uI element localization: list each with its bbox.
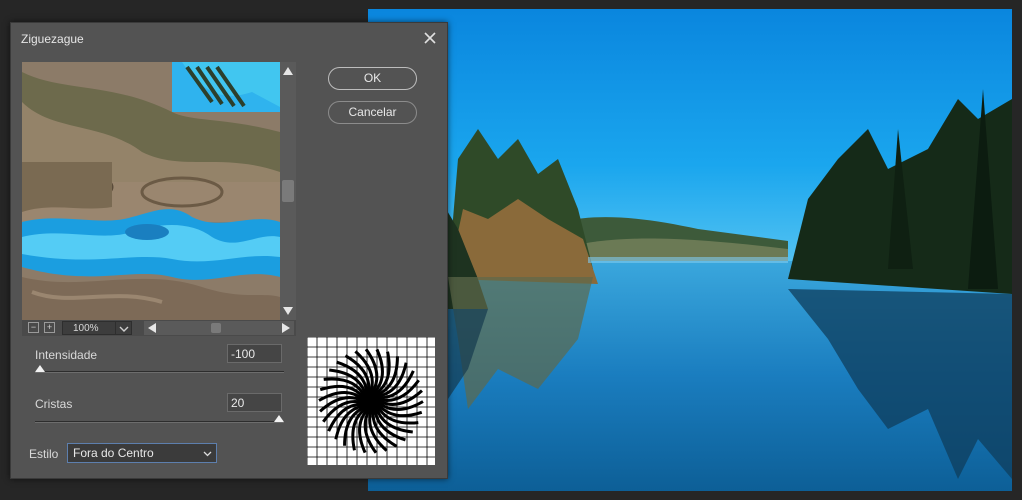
- cristas-slider-handle[interactable]: [274, 415, 284, 422]
- zoom-in-button[interactable]: +: [44, 322, 55, 333]
- filter-preview-image[interactable]: [22, 62, 280, 320]
- triangle-left-icon[interactable]: [146, 322, 158, 334]
- close-icon[interactable]: [421, 29, 439, 47]
- dialog-title: Ziguezague: [21, 32, 84, 46]
- zoom-out-button[interactable]: −: [28, 322, 39, 333]
- estilo-label: Estilo: [29, 447, 59, 461]
- intensidade-slider[interactable]: [35, 365, 284, 373]
- dialog-titlebar[interactable]: Ziguezague: [11, 23, 447, 53]
- preview-vertical-scrollbar[interactable]: [280, 62, 296, 320]
- document-canvas-photo: [368, 9, 1012, 491]
- ok-button[interactable]: OK: [328, 67, 417, 90]
- estilo-select[interactable]: Fora do Centro: [67, 443, 217, 463]
- zoom-level-select[interactable]: 100%: [62, 321, 132, 335]
- preview-toolbar: − + 100%: [22, 320, 296, 336]
- triangle-up-icon[interactable]: [282, 65, 294, 77]
- triangle-down-icon[interactable]: [282, 305, 294, 317]
- cristas-input[interactable]: 20: [227, 393, 282, 412]
- zigzag-grid-preview: [307, 337, 435, 465]
- preview-horizontal-scrollbar[interactable]: [144, 321, 294, 335]
- intensidade-slider-handle[interactable]: [35, 365, 45, 372]
- zoom-level-value: 100%: [73, 323, 99, 334]
- intensidade-label: Intensidade: [35, 348, 98, 362]
- horizontal-scroll-thumb[interactable]: [211, 323, 221, 333]
- intensidade-input[interactable]: -100: [227, 344, 282, 363]
- chevron-down-icon: [119, 326, 129, 332]
- cristas-label: Cristas: [35, 397, 73, 411]
- cristas-slider[interactable]: [35, 415, 284, 423]
- estilo-selected-value: Fora do Centro: [73, 446, 154, 460]
- triangle-right-icon[interactable]: [280, 322, 292, 334]
- cancel-button[interactable]: Cancelar: [328, 101, 417, 124]
- chevron-down-icon: [203, 451, 212, 457]
- zigzag-filter-dialog: Ziguezague − + 100% OK Cancelar Intensid…: [10, 22, 448, 479]
- vertical-scroll-thumb[interactable]: [282, 180, 294, 202]
